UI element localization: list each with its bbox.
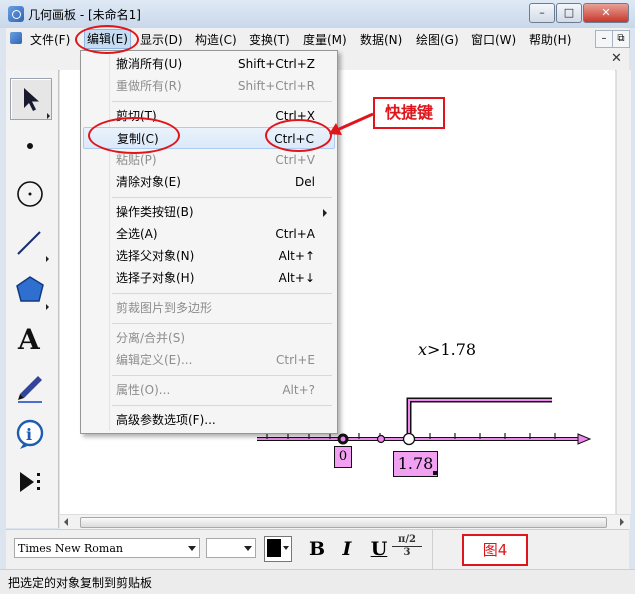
highlight-oval-shortcut — [265, 119, 332, 152]
maximize-button[interactable]: □ — [556, 3, 582, 23]
menu-separator — [112, 323, 332, 324]
menu-item-undo-all[interactable]: 撤消所有(U) Shift+Ctrl+Z — [83, 53, 335, 75]
shortcut-callout: 快捷键 — [373, 97, 445, 129]
chevron-down-icon — [244, 546, 252, 551]
document-close-icon[interactable]: ✕ — [609, 52, 624, 67]
horizontal-scroll-thumb[interactable] — [80, 517, 607, 528]
mdi-restore-button[interactable]: ⧉ — [612, 30, 630, 48]
mdi-minimize-button[interactable]: – — [595, 30, 613, 48]
font-size-select[interactable] — [206, 538, 256, 558]
highlight-oval-copy — [88, 117, 180, 154]
menu-construct[interactable]: 构造(C) — [195, 31, 237, 48]
value-label[interactable]: 1.78 — [393, 451, 438, 477]
menu-item-select-children[interactable]: 选择子对象(H) Alt+↓ — [83, 267, 335, 289]
menu-item-redo-all[interactable]: 重做所有(R) Shift+Ctrl+R — [83, 75, 335, 97]
edit-menu-dropdown: 撤消所有(U) Shift+Ctrl+Z 重做所有(R) Shift+Ctrl+R … — [80, 50, 338, 434]
custom-tool[interactable] — [10, 462, 50, 502]
origin-label[interactable]: 0 — [334, 446, 352, 468]
svg-text:A: A — [17, 323, 41, 356]
menu-item-advanced-preferences[interactable]: 高级参数选项(F)... — [83, 409, 335, 431]
point-tool[interactable] — [10, 126, 50, 166]
menu-separator — [112, 375, 332, 376]
status-text: 把选定的对象复制到剪贴板 — [8, 576, 153, 590]
horizontal-scrollbar[interactable] — [60, 514, 630, 529]
arrow-select-tool[interactable] — [10, 78, 52, 120]
menu-measure[interactable]: 度量(M) — [303, 31, 347, 48]
menu-separator — [112, 101, 332, 102]
menu-item-properties[interactable]: 属性(O)... Alt+? — [83, 379, 335, 401]
close-button[interactable]: ✕ — [583, 3, 629, 23]
polygon-tool[interactable] — [10, 270, 50, 310]
menu-file[interactable]: 文件(F) — [30, 31, 70, 48]
math-format-button[interactable]: π/2 3 — [392, 534, 422, 564]
chevron-down-icon — [283, 546, 289, 550]
underline-button[interactable]: U — [366, 538, 392, 560]
figure-caption: 图4 — [462, 534, 528, 566]
text-format-bar: Times New Roman B I U π/2 3 图4 — [6, 529, 629, 570]
math-numerator: π/2 — [392, 534, 422, 547]
document-icon — [10, 32, 22, 44]
minimize-button[interactable]: – — [529, 3, 555, 23]
menu-item-edit-definition[interactable]: 编辑定义(E)... Ctrl+E — [83, 349, 335, 371]
chevron-down-icon — [188, 546, 196, 551]
marker-tool[interactable] — [10, 366, 50, 406]
window-title: 几何画板 - [未命名1] — [28, 8, 141, 22]
highlight-oval-edit-menu — [75, 25, 139, 54]
straightedge-tool[interactable] — [10, 222, 50, 262]
callout-arrow-icon — [329, 112, 374, 135]
menu-separator — [112, 293, 332, 294]
menu-help[interactable]: 帮助(H) — [529, 31, 571, 48]
app-icon — [8, 6, 24, 22]
text-tool[interactable]: A — [10, 318, 50, 358]
math-denominator: 3 — [403, 547, 411, 558]
menu-graph[interactable]: 绘图(G) — [416, 31, 459, 48]
italic-button[interactable]: I — [334, 538, 360, 560]
menu-transform[interactable]: 变换(T) — [249, 31, 290, 48]
svg-text:i: i — [26, 425, 32, 444]
information-tool[interactable]: i — [10, 414, 50, 454]
menu-item-clear[interactable]: 清除对象(E) Del — [83, 171, 335, 193]
divider — [432, 530, 433, 570]
menu-separator — [112, 197, 332, 198]
toolbox: A i — [6, 70, 59, 528]
scroll-left-icon[interactable] — [64, 518, 68, 526]
menu-window[interactable]: 窗口(W) — [471, 31, 516, 48]
vertical-scrollbar[interactable] — [616, 70, 631, 514]
status-bar: 把选定的对象复制到剪贴板 — [0, 569, 635, 594]
submenu-arrow-icon — [323, 209, 327, 217]
menu-item-select-parents[interactable]: 选择父对象(N) Alt+↑ — [83, 245, 335, 267]
menu-item-select-all[interactable]: 全选(A) Ctrl+A — [83, 223, 335, 245]
text-color-button[interactable] — [264, 536, 292, 562]
compass-tool[interactable] — [10, 174, 50, 214]
title-bar: 几何画板 - [未命名1] – □ ✕ — [0, 0, 635, 28]
menu-item-split-merge[interactable]: 分离/合并(S) — [83, 327, 335, 349]
menu-data[interactable]: 数据(N) — [360, 31, 402, 48]
label-handle — [433, 471, 437, 475]
font-family-value: Times New Roman — [18, 542, 123, 555]
color-swatch — [267, 539, 281, 557]
menu-separator — [112, 405, 332, 406]
bold-button[interactable]: B — [304, 538, 330, 560]
menu-item-action-buttons[interactable]: 操作类按钮(B) — [83, 201, 335, 223]
font-family-select[interactable]: Times New Roman — [14, 538, 200, 558]
menu-item-crop-picture[interactable]: 剪裁图片到多边形 — [83, 297, 335, 319]
menu-display[interactable]: 显示(D) — [140, 31, 183, 48]
scroll-right-icon[interactable] — [620, 518, 624, 526]
